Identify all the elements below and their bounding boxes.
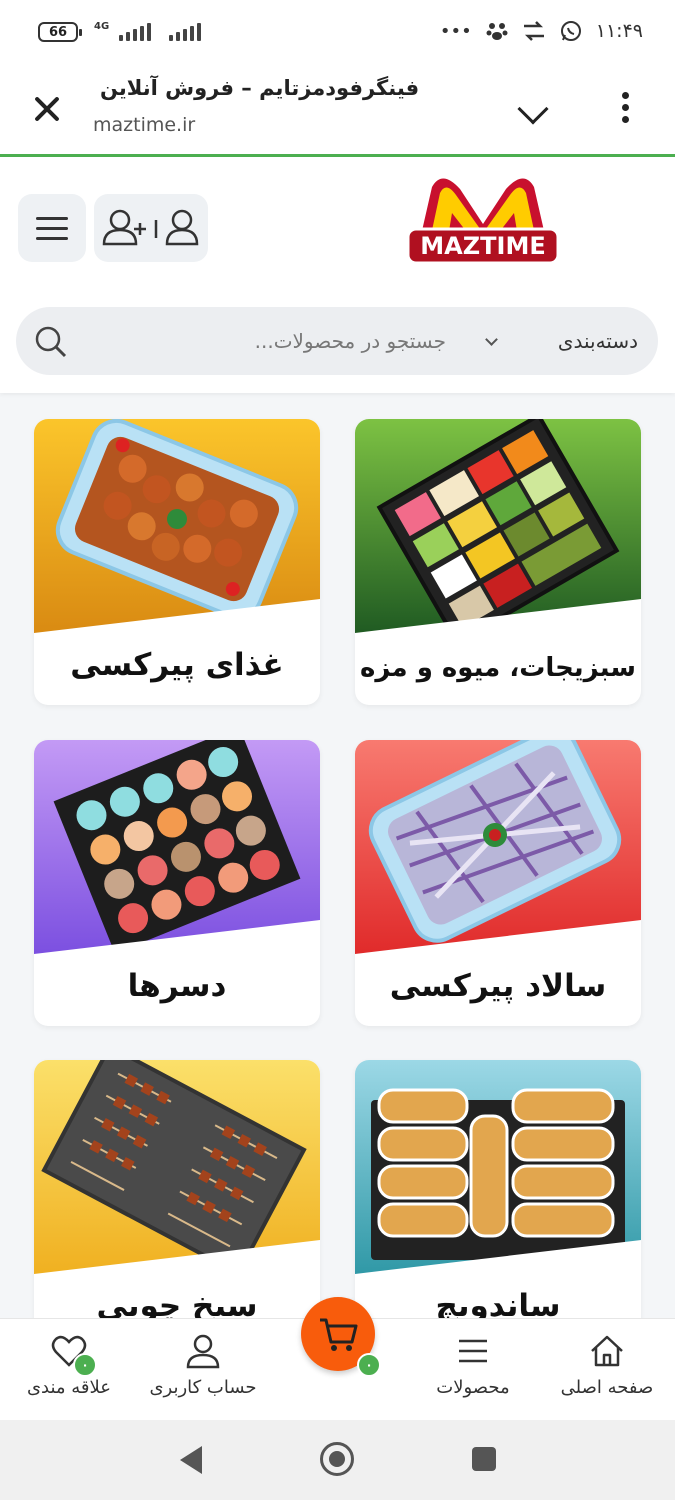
more-vert-icon[interactable]: [622, 92, 630, 123]
home-icon: [591, 1335, 623, 1367]
clock: ۱۱:۴۹: [595, 20, 643, 42]
hamburger-menu-button[interactable]: [18, 194, 86, 262]
category-card-sandwich[interactable]: ساندویچ: [355, 1060, 641, 1346]
category-image: [34, 419, 320, 635]
nav-products-label: محصولات: [436, 1377, 510, 1398]
wishlist-count-badge: ۰: [73, 1353, 97, 1377]
nav-home[interactable]: صفحه اصلی: [542, 1331, 672, 1398]
back-icon[interactable]: [180, 1446, 202, 1474]
cart-button[interactable]: ۰: [301, 1297, 381, 1377]
category-card-pyrex-salad[interactable]: سالاد پیرکسی: [355, 740, 641, 1026]
category-card-skewers[interactable]: سیخ چوبی: [34, 1060, 320, 1346]
signal-icon: [119, 23, 152, 41]
search-icon[interactable]: [34, 325, 68, 359]
home-circle-icon[interactable]: [320, 1442, 354, 1476]
battery-icon: 66: [38, 22, 82, 42]
nav-wishlist-label: علاقه مندی: [26, 1377, 112, 1398]
chevron-down-icon[interactable]: [517, 93, 549, 125]
status-left: 66 4G: [38, 20, 202, 42]
browser-url[interactable]: maztime.ir: [93, 114, 195, 136]
browser-title: فینگرفودمزتایم – فروش آنلاین: [100, 76, 420, 100]
maztime-logo[interactable]: MAZTIME: [402, 169, 564, 287]
chevron-down-icon: [484, 332, 498, 346]
category-card-desserts[interactable]: دسرها: [34, 740, 320, 1026]
category-card-pyrex-food[interactable]: غذای پیرکسی: [34, 419, 320, 705]
category-label: سبزیجات، میوه و مزه: [360, 653, 636, 683]
category-dropdown[interactable]: دسته‌بندی: [456, 307, 656, 375]
user-add-icon: [102, 209, 199, 246]
category-card-vegetables[interactable]: سبزیجات، میوه و مزه: [355, 419, 641, 705]
paw-icon: [486, 23, 508, 40]
category-label: دسرها: [127, 968, 227, 1004]
status-right: ••• ۱۱:۴۹: [440, 20, 643, 42]
nav-home-label: صفحه اصلی: [560, 1377, 654, 1398]
category-image: [355, 1060, 641, 1276]
logo-text: MAZTIME: [420, 232, 545, 260]
site-header: MAZTIME دسته‌بندی: [0, 157, 675, 393]
category-image: [355, 740, 641, 956]
status-bar: 66 4G ••• ۱۱:۴۹: [0, 0, 675, 64]
category-label: سالاد پیرکسی: [389, 968, 607, 1004]
nav-account[interactable]: حساب کاربری: [138, 1331, 268, 1398]
nav-account-label: حساب کاربری: [149, 1377, 257, 1398]
search-input[interactable]: [86, 307, 446, 375]
recents-icon[interactable]: [472, 1447, 496, 1471]
whatsapp-icon: [560, 21, 581, 41]
nav-products[interactable]: محصولات: [408, 1331, 538, 1398]
signal-icon-2: [169, 23, 202, 41]
network-label: 4G: [94, 20, 110, 32]
category-image: [34, 1060, 320, 1276]
category-label: غذای پیرکسی: [70, 647, 284, 683]
nav-wishlist[interactable]: ۰ علاقه مندی: [4, 1331, 134, 1398]
user-icon: [186, 1334, 220, 1369]
category-dropdown-label: دسته‌بندی: [557, 329, 638, 353]
category-image: [34, 740, 320, 956]
cart-icon: [320, 1318, 358, 1351]
account-button[interactable]: [94, 194, 208, 262]
android-nav-bar: [0, 1420, 675, 1500]
dots-icon: •••: [439, 20, 472, 42]
transfer-icon: [523, 21, 544, 41]
browser-bar: فینگرفودمزتایم – فروش آنلاین maztime.ir: [0, 64, 675, 156]
cart-count-badge: ۰: [357, 1353, 381, 1377]
search-bar: دسته‌بندی: [16, 307, 658, 375]
close-icon[interactable]: [30, 92, 64, 126]
menu-icon: [459, 1339, 487, 1363]
category-image: [355, 419, 641, 635]
